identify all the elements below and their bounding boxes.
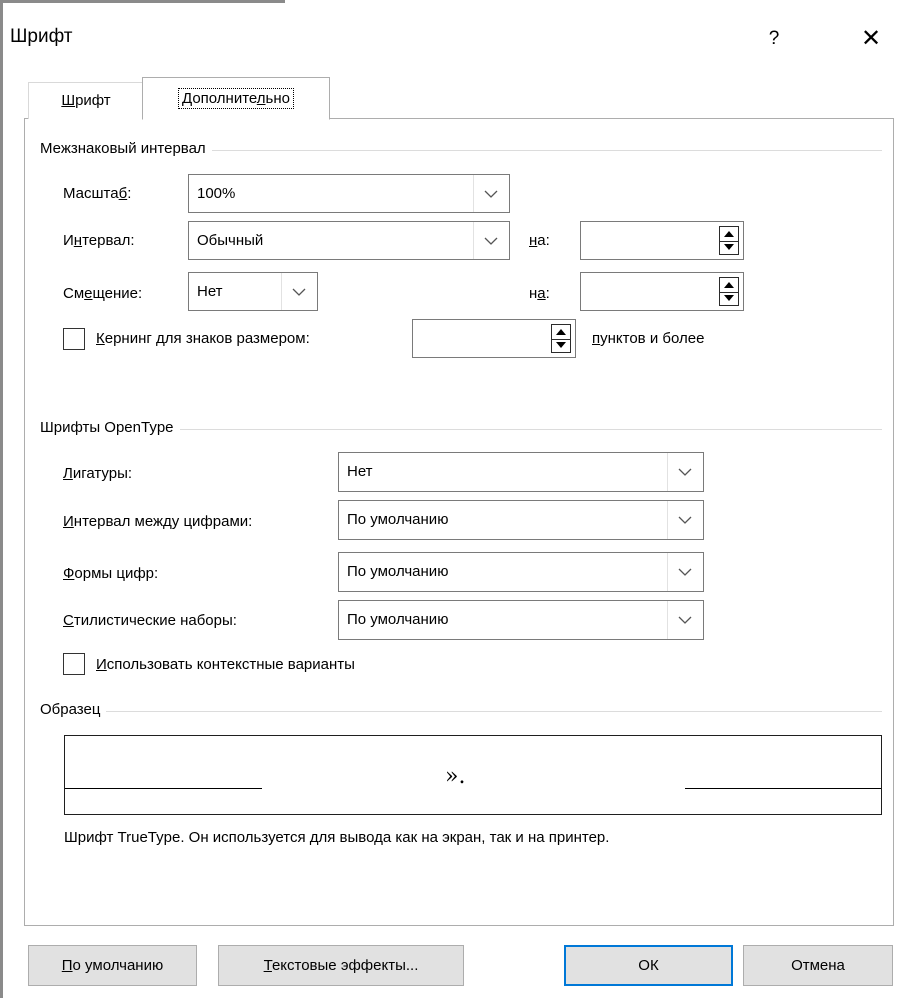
- set-default-button[interactable]: По умолчанию: [28, 945, 197, 986]
- stylistic-sets-label: Стилистические наборы:: [63, 612, 237, 629]
- number-forms-value: По умолчанию: [347, 563, 449, 580]
- spacing-by-down[interactable]: [720, 241, 738, 255]
- position-combo[interactable]: Нет: [188, 272, 318, 311]
- chevron-down-icon: [678, 616, 692, 624]
- kerning-stepper[interactable]: [551, 324, 571, 353]
- preview-description: Шрифт TrueType. Он используется для выво…: [64, 829, 610, 846]
- contextual-label: Использовать контекстные варианты: [96, 656, 355, 673]
- kerning-suffix: пунктов и более: [592, 330, 705, 347]
- stylistic-sets-value: По умолчанию: [347, 611, 449, 628]
- kerning-label: Кернинг для знаков размером:: [96, 330, 310, 347]
- position-by-label: на:: [529, 285, 550, 302]
- tab-advanced-label: Дополнительно: [178, 88, 294, 109]
- opentype-section-title: Шрифты OpenType: [40, 419, 180, 436]
- triangle-up-icon: [724, 281, 734, 288]
- tab-font-label-rest: рифт: [75, 92, 111, 109]
- cancel-button[interactable]: Отмена: [743, 945, 893, 986]
- preview-right-baseline: [685, 788, 881, 789]
- spacing-by-up[interactable]: [720, 227, 738, 242]
- triangle-down-icon: [556, 342, 566, 349]
- preview-group-line: [40, 711, 882, 712]
- kerning-up[interactable]: [552, 325, 570, 340]
- close-button[interactable]: ✕: [850, 18, 892, 60]
- scale-value: 100%: [197, 185, 236, 202]
- kerning-down[interactable]: [552, 339, 570, 353]
- position-by-up[interactable]: [720, 278, 738, 293]
- preview-sample: ».: [445, 764, 466, 789]
- tab-advanced[interactable]: Дополнительно: [142, 77, 330, 120]
- triangle-down-icon: [724, 244, 734, 251]
- window-top-edge: [0, 0, 285, 3]
- chevron-down-icon: [484, 190, 498, 198]
- position-value: Нет: [197, 283, 223, 300]
- chevron-down-icon: [678, 516, 692, 524]
- position-by-stepper[interactable]: [719, 277, 739, 306]
- kerning-spinner[interactable]: [412, 319, 576, 358]
- number-spacing-value: По умолчанию: [347, 511, 449, 528]
- dialog-title: Шрифт: [10, 26, 73, 47]
- ok-button[interactable]: ОК: [564, 945, 733, 986]
- spacing-by-label: на:: [529, 232, 550, 249]
- position-label: Смещение:: [63, 285, 143, 302]
- chevron-down-icon: [678, 468, 692, 476]
- preview-left-baseline: [65, 788, 262, 789]
- stylistic-sets-combo[interactable]: По умолчанию: [338, 600, 704, 640]
- window-left-edge: [0, 0, 3, 998]
- chevron-down-icon: [292, 288, 306, 296]
- ligatures-value: Нет: [347, 463, 373, 480]
- chevron-down-icon: [484, 237, 498, 245]
- contextual-checkbox[interactable]: [63, 653, 85, 675]
- number-forms-dropdown-arrow[interactable]: [667, 553, 703, 591]
- number-forms-label: Формы цифр:: [63, 565, 159, 582]
- preview-section-title: Образец: [40, 701, 107, 718]
- kerning-checkbox[interactable]: [63, 328, 85, 350]
- spacing-combo[interactable]: Обычный: [188, 221, 510, 260]
- scale-label: Масштаб:: [63, 185, 132, 202]
- scale-combo[interactable]: 100%: [188, 174, 510, 213]
- tab-font[interactable]: Шрифт: [28, 82, 144, 119]
- spacing-by-spinner[interactable]: [580, 221, 744, 260]
- stylistic-sets-dropdown-arrow[interactable]: [667, 601, 703, 639]
- triangle-up-icon: [724, 230, 734, 237]
- spacing-by-stepper[interactable]: [719, 226, 739, 255]
- position-by-spinner[interactable]: [580, 272, 744, 311]
- spacing-section-title: Межзнаковый интервал: [40, 140, 212, 157]
- position-dropdown-arrow[interactable]: [281, 273, 317, 310]
- spacing-label: Интервал:: [63, 232, 135, 249]
- triangle-down-icon: [724, 295, 734, 302]
- preview-box: ».: [64, 735, 882, 815]
- spacing-dropdown-arrow[interactable]: [473, 222, 509, 259]
- help-button[interactable]: ?: [754, 18, 794, 60]
- text-effects-button[interactable]: Текстовые эффекты...: [218, 945, 464, 986]
- triangle-up-icon: [556, 328, 566, 335]
- number-spacing-dropdown-arrow[interactable]: [667, 501, 703, 539]
- number-spacing-label: Интервал между цифрами:: [63, 513, 253, 530]
- number-spacing-combo[interactable]: По умолчанию: [338, 500, 704, 540]
- chevron-down-icon: [678, 568, 692, 576]
- ligatures-combo[interactable]: Нет: [338, 452, 704, 492]
- ligatures-label: Лигатуры:: [63, 465, 133, 482]
- tab-font-label: Шрифт: [61, 92, 111, 109]
- number-forms-combo[interactable]: По умолчанию: [338, 552, 704, 592]
- position-by-down[interactable]: [720, 292, 738, 306]
- scale-dropdown-arrow[interactable]: [473, 175, 509, 212]
- spacing-value: Обычный: [197, 232, 264, 249]
- ligatures-dropdown-arrow[interactable]: [667, 453, 703, 491]
